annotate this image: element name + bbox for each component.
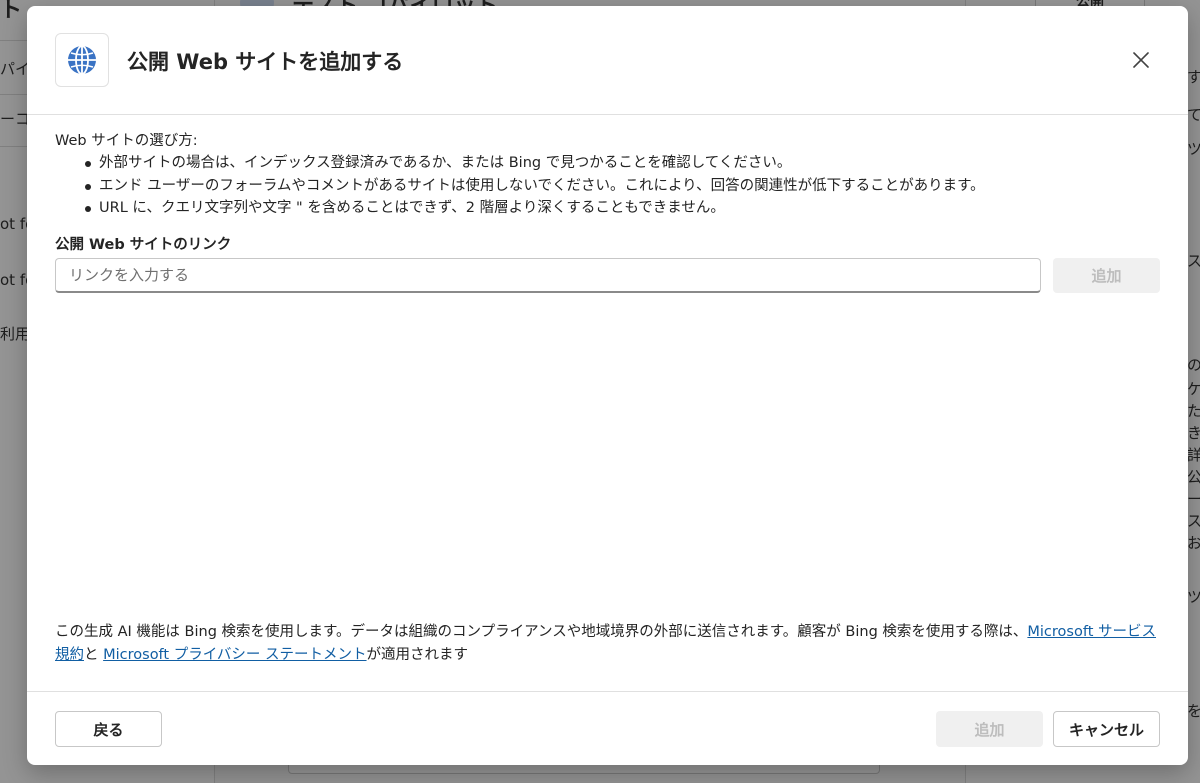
guideline-item: 外部サイトの場合は、インデックス登録済みであるか、または Bing で見つかるこ… [85, 152, 1160, 175]
dialog-body: Web サイトの選び方: 外部サイトの場合は、インデックス登録済みであるか、また… [55, 130, 1160, 255]
guideline-item: URL に、クエリ文字列や文字 " を含めることはできず、2 階層より深くするこ… [85, 197, 1160, 220]
add-button[interactable]: 追加 [936, 711, 1043, 747]
back-button[interactable]: 戻る [55, 711, 162, 747]
add-website-dialog: 公開 Web サイトを追加する Web サイトの選び方: 外部サイトの場合は、イ… [27, 6, 1188, 765]
guideline-item: エンド ユーザーのフォーラムやコメントがあるサイトは使用しないでください。これに… [85, 175, 1160, 198]
globe-icon [68, 45, 96, 75]
disclaimer-connector: と [84, 647, 104, 663]
dialog-header: 公開 Web サイトを追加する [27, 6, 1188, 115]
disclaimer-suffix: が適用されます [366, 647, 469, 663]
guidelines-list: 外部サイトの場合は、インデックス登録済みであるか、または Bing で見つかるこ… [85, 152, 1160, 220]
close-button[interactable] [1127, 46, 1155, 74]
header-icon-container [55, 33, 109, 87]
link-field-label: 公開 Web サイトのリンク [55, 236, 232, 253]
cancel-button[interactable]: キャンセル [1053, 711, 1160, 747]
close-icon[interactable] [1132, 51, 1150, 69]
guidelines-intro: Web サイトの選び方: [55, 133, 198, 149]
bing-disclaimer: この生成 AI 機能は Bing 検索を使用します。データは組織のコンプライアン… [55, 621, 1160, 667]
disclaimer-text: この生成 AI 機能は Bing 検索を使用します。データは組織のコンプライアン… [55, 624, 1028, 640]
dialog-footer: 戻る 追加 キャンセル [27, 691, 1188, 765]
add-link-button[interactable]: 追加 [1053, 258, 1160, 293]
microsoft-privacy-link[interactable]: Microsoft プライバシー ステートメント [103, 647, 366, 663]
dialog-title: 公開 Web サイトを追加する [127, 50, 404, 74]
link-input[interactable] [55, 258, 1041, 293]
